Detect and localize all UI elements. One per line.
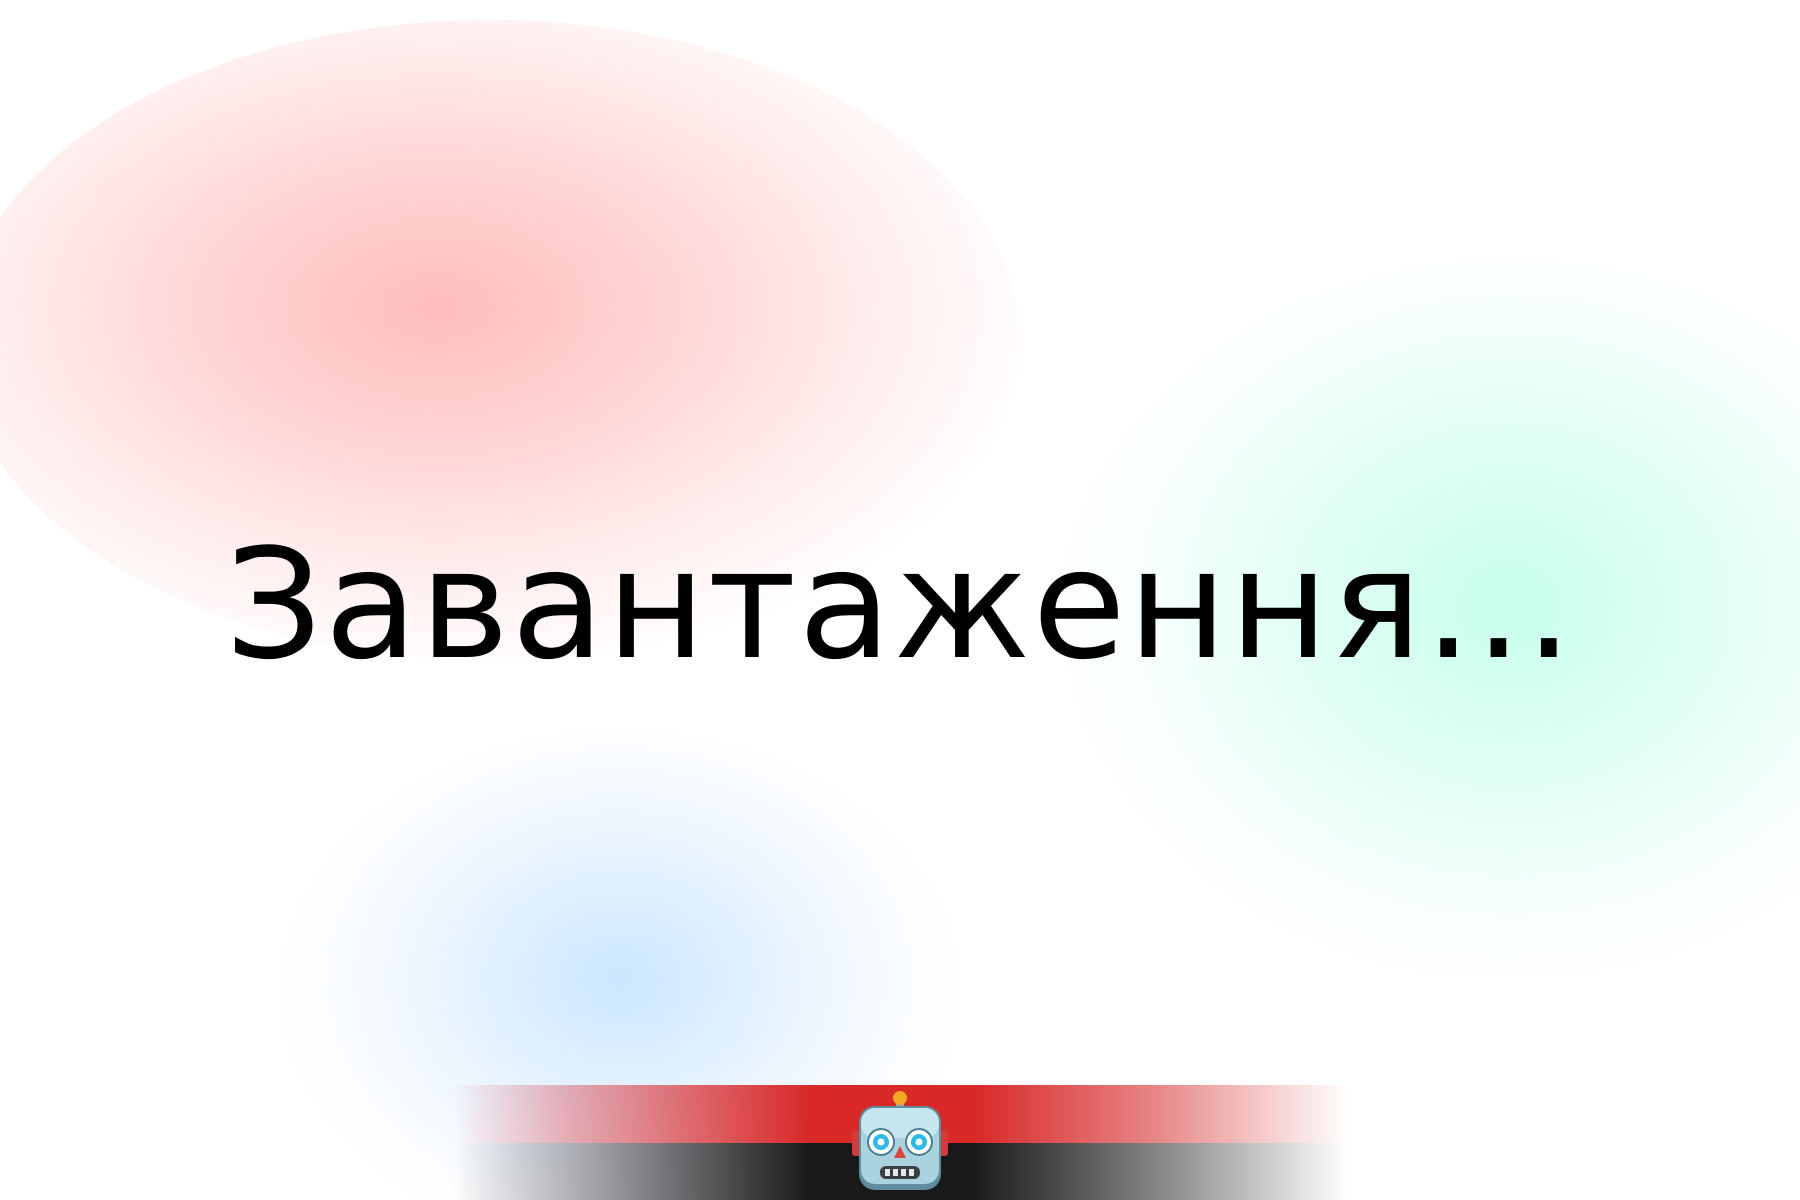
loading-message: Завантаження... [225,516,1575,693]
loading-screen: Завантаження... [0,0,1800,1200]
robot-icon [852,1091,948,1190]
